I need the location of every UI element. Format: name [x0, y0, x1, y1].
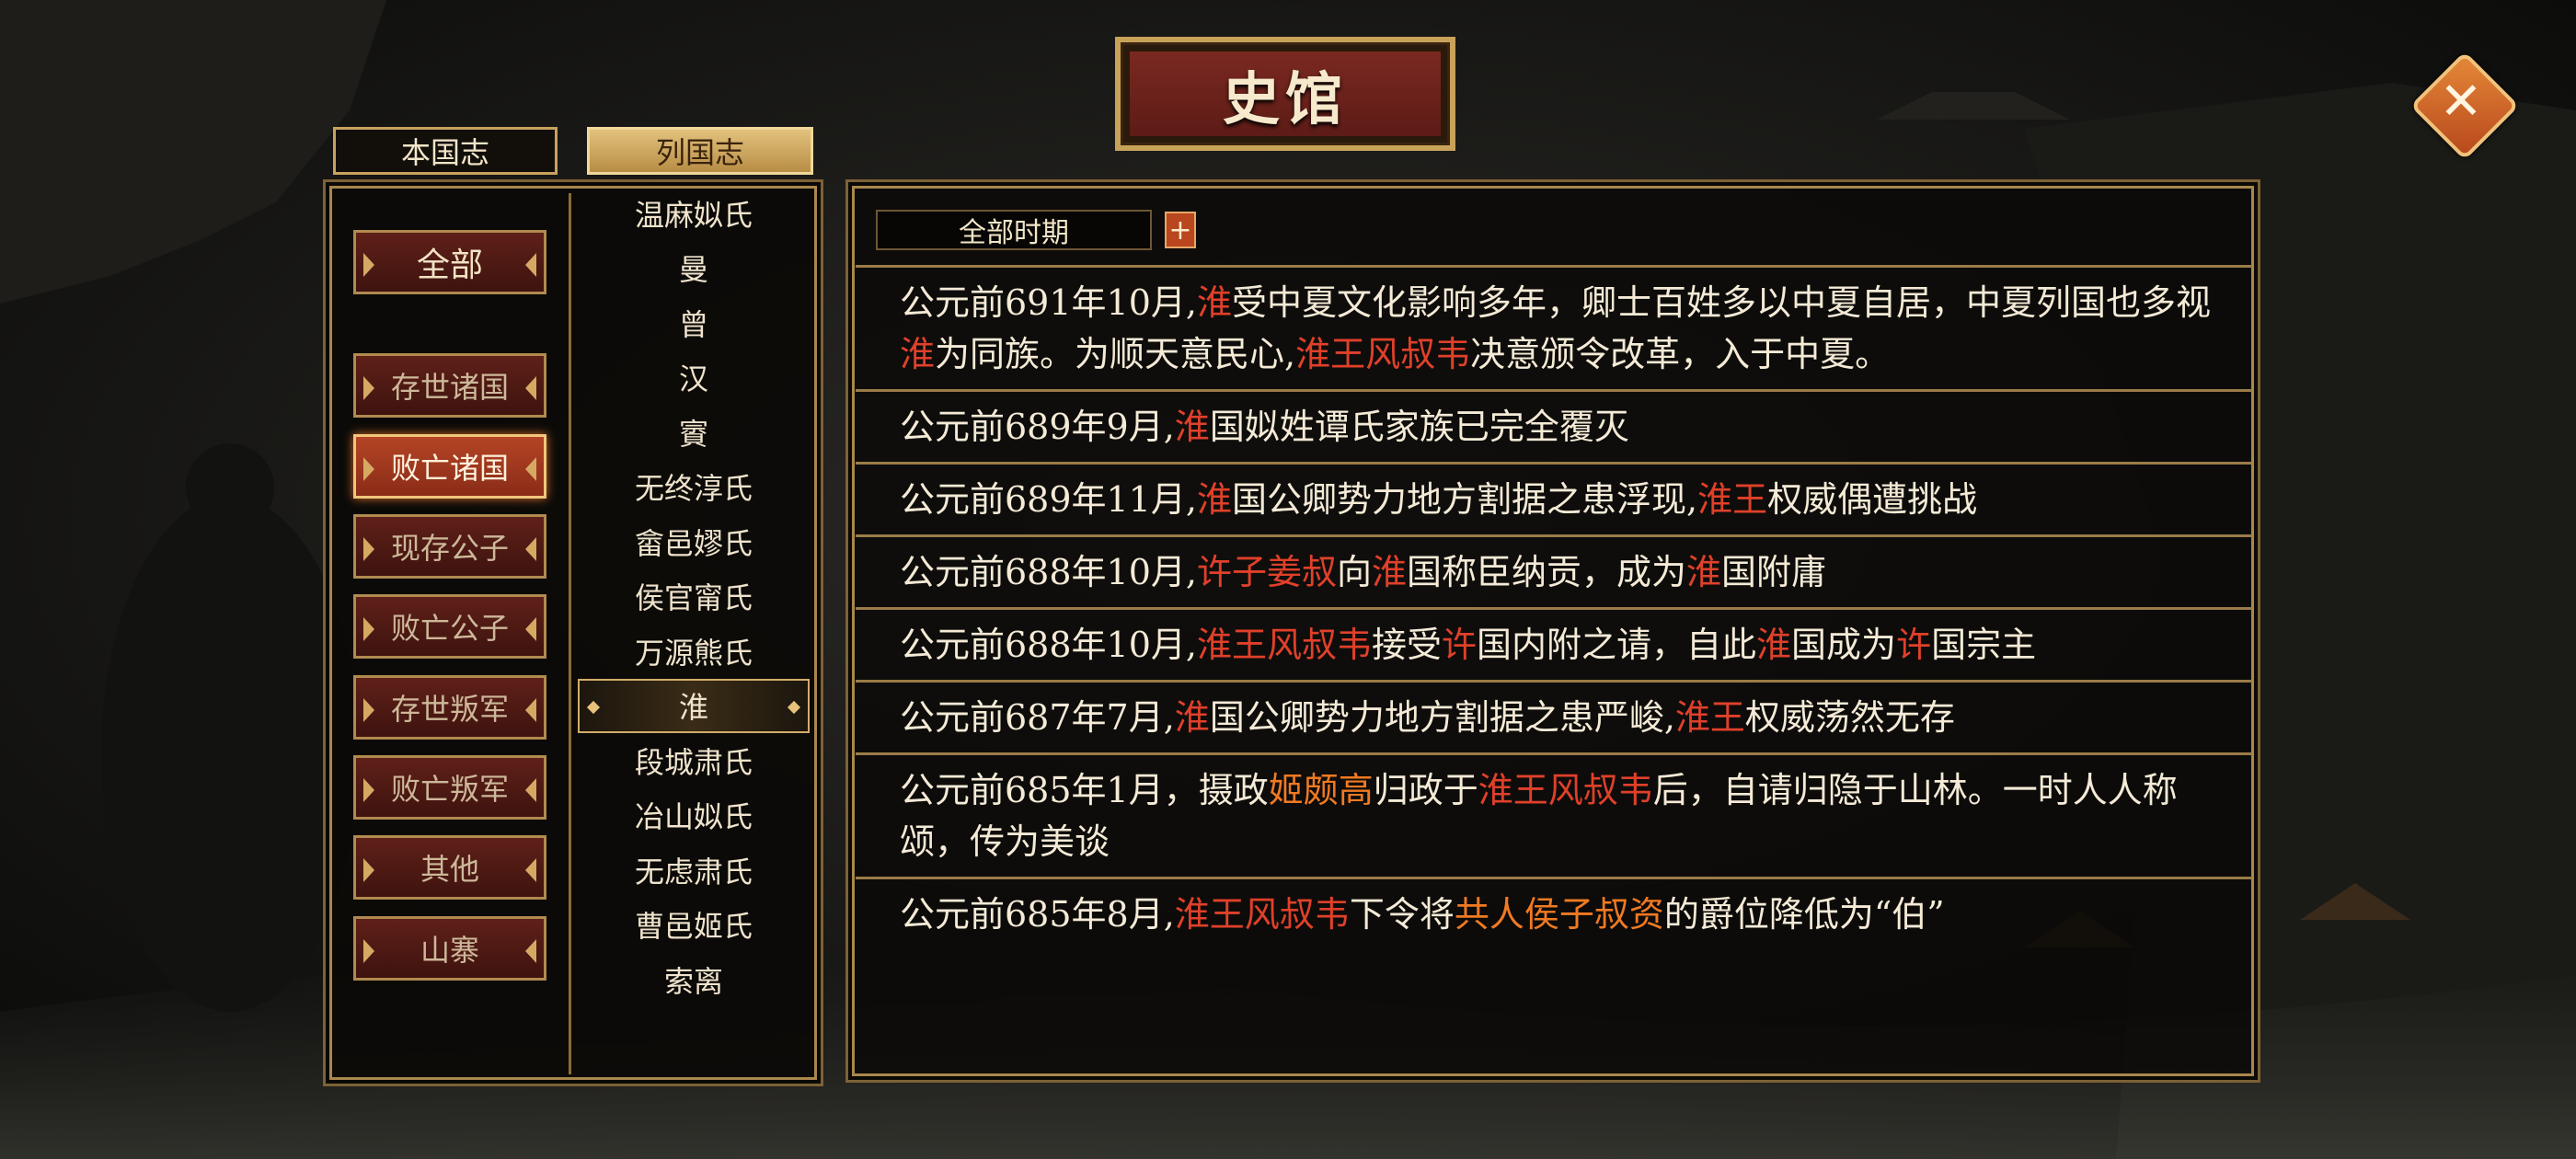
close-button[interactable]: ✕ [2409, 51, 2520, 161]
page-title: 史馆 [1222, 65, 1348, 132]
log-entry-text: 权威偶遭挑战 [1767, 479, 1978, 520]
log-entry-highlight: 淮 [1174, 697, 1210, 738]
log-entry-highlight: 共人侯子叔资 [1454, 894, 1664, 935]
log-entry-text: 公元前687年7月, [900, 697, 1175, 738]
category-fallen-states-button[interactable]: 败亡诸国 [353, 434, 546, 499]
state-list-item[interactable]: 冶山姒氏 [574, 788, 813, 843]
log-entry-text: 公元前689年9月, [900, 407, 1175, 447]
log-entry-text: 为同族。为顺天意民心, [935, 334, 1296, 374]
log-entry-highlight: 淮 [900, 334, 936, 374]
state-list-item[interactable]: 畲邑嫪氏 [574, 514, 813, 569]
state-list-item[interactable]: 汉 [574, 350, 813, 406]
tab-states-annals[interactable]: 列国志 [587, 127, 813, 175]
log-entry-highlight: 淮王风叔韦 [1174, 894, 1350, 935]
log-entry-text: 国附庸 [1721, 552, 1827, 592]
log-entry-text: 公元前688年10月, [900, 625, 1197, 665]
log-entry-text: 公元前691年10月, [900, 282, 1197, 323]
log-entry-highlight: 许 [1896, 625, 1932, 665]
log-entry-text: 下令将 [1349, 894, 1455, 935]
state-list-item[interactable]: 侯官甯氏 [574, 569, 813, 625]
log-entry-text: 接受 [1371, 625, 1442, 665]
state-list-item[interactable]: 曾 [574, 295, 813, 350]
log-entry-text: 决意颁令改革，入于中夏。 [1470, 334, 1891, 374]
state-list[interactable]: 温麻姒氏曼曾汉賨无终淳氏 畲邑嫪氏 侯官甯氏 万源熊氏淮段城肃氏 冶山姒氏 无虑肃氏 曹邑姬… [574, 186, 813, 995]
log-entry-highlight: 淮 [1372, 552, 1408, 592]
log-entry-text: 归政于 [1373, 770, 1478, 810]
category-stronghold-button[interactable]: 山寨 [353, 916, 546, 981]
log-entry-highlight: 淮王风叔韦 [1196, 625, 1372, 665]
log-entry: 公元前689年9月,淮国姒姓谭氏家族已完全覆灭 [856, 389, 2252, 462]
state-list-item[interactable]: 万源熊氏 [574, 624, 813, 679]
log-entry-text: 国宗主 [1931, 625, 2037, 665]
log-entry-text: 向 [1336, 552, 1372, 592]
log-entry-text: 国内附之请，自此 [1477, 625, 1757, 665]
log-entry-text: 公元前685年1月，摄政 [900, 770, 1269, 810]
log-entry: 公元前689年11月,淮国公卿势力地方割据之患浮现,淮王权威偶遭挑战 [856, 462, 2252, 534]
history-log-list[interactable]: 公元前691年10月,淮受中夏文化影响多年，卿士百姓多以中夏自居，中夏列国也多视… [856, 265, 2252, 1076]
log-entry-text: 国姒姓谭氏家族已完全覆灭 [1209, 407, 1629, 447]
log-entry: 公元前687年7月,淮国公卿势力地方割据之患严峻,淮王权威荡然无存 [856, 680, 2252, 752]
period-filter-select[interactable]: 全部时期 [876, 210, 1152, 250]
log-entry-text: 国公卿势力地方割据之患严峻, [1209, 697, 1675, 738]
log-entry-highlight: 淮 [1196, 479, 1232, 520]
category-existing-rebels-button[interactable]: 存世叛军 [353, 675, 546, 740]
panel-divider [569, 193, 571, 1074]
state-list-item[interactable]: 无虑肃氏 [574, 843, 813, 898]
state-list-item[interactable]: 淮 [578, 678, 810, 733]
log-entry-text: 公元前688年10月, [900, 552, 1197, 592]
title-plaque: 史馆 [1115, 37, 1455, 151]
log-entry: 公元前685年8月,淮王风叔韦下令将共人侯子叔资的爵位降低为“伯” [856, 877, 2252, 949]
state-list-item[interactable]: 曼 [574, 241, 813, 296]
log-entry-highlight: 淮王风叔韦 [1478, 770, 1653, 810]
log-entry-text: 权威荡然无存 [1744, 697, 1955, 738]
state-list-item[interactable]: 温麻姒氏 [574, 186, 813, 241]
log-entry: 公元前688年10月,淮王风叔韦接受许国内附之请，自此淮国成为许国宗主 [856, 607, 2252, 680]
log-entry: 公元前685年1月，摄政姬颇高归政于淮王风叔韦后，自请归隐于山林。一时人人称颂，… [856, 752, 2252, 877]
log-entry-highlight: 淮王 [1674, 697, 1745, 738]
log-entry-text: 受中夏文化影响多年，卿士百姓多以中夏自居，中夏列国也多视 [1231, 282, 2211, 323]
log-entry-text: 的爵位降低为“伯” [1663, 894, 1945, 935]
log-entry-highlight: 淮 [1686, 552, 1722, 592]
log-entry: 公元前688年10月,许子姜叔向淮国称臣纳贡，成为淮国附庸 [856, 534, 2252, 607]
log-entry-highlight: 姬颇高 [1268, 770, 1374, 810]
log-entry-highlight: 淮 [1756, 625, 1792, 665]
log-entry-highlight: 淮 [1174, 407, 1210, 447]
log-entry-text: 国公卿势力地方割据之患浮现, [1231, 479, 1698, 520]
log-entry-highlight: 许 [1442, 625, 1478, 665]
plus-icon[interactable]: + [1165, 212, 1196, 248]
close-x-icon: ✕ [2439, 72, 2483, 132]
state-list-item[interactable]: 賨 [574, 405, 813, 460]
state-list-item[interactable]: 段城肃氏 [574, 733, 813, 788]
tab-native-annals[interactable]: 本国志 [333, 127, 558, 175]
category-fallen-princes-button[interactable]: 败亡公子 [353, 594, 546, 659]
log-entry-highlight: 淮王 [1697, 479, 1768, 520]
log-entry-highlight: 淮 [1196, 282, 1232, 323]
log-entry-text: 公元前689年11月, [900, 479, 1197, 520]
log-entry-highlight: 许子姜叔 [1196, 552, 1337, 592]
category-other-button[interactable]: 其他 [353, 835, 546, 900]
log-entry-text: 国称臣纳贡，成为 [1407, 552, 1687, 592]
state-list-item[interactable]: 无终淳氏 [574, 460, 813, 515]
state-list-item[interactable]: 曹邑姬氏 [574, 898, 813, 953]
category-all-button[interactable]: 全部 [353, 230, 546, 294]
state-list-item[interactable]: 索离 [574, 952, 813, 995]
log-entry-text: 国成为 [1791, 625, 1897, 665]
log-entry-highlight: 淮王风叔韦 [1295, 334, 1471, 374]
log-entry: 公元前691年10月,淮受中夏文化影响多年，卿士百姓多以中夏自居，中夏列国也多视… [856, 265, 2252, 389]
log-entry-text: 公元前685年8月, [900, 894, 1175, 935]
category-existing-princes-button[interactable]: 现存公子 [353, 514, 546, 579]
category-fallen-rebels-button[interactable]: 败亡叛军 [353, 755, 546, 820]
category-existing-states-button[interactable]: 存世诸国 [353, 353, 546, 418]
